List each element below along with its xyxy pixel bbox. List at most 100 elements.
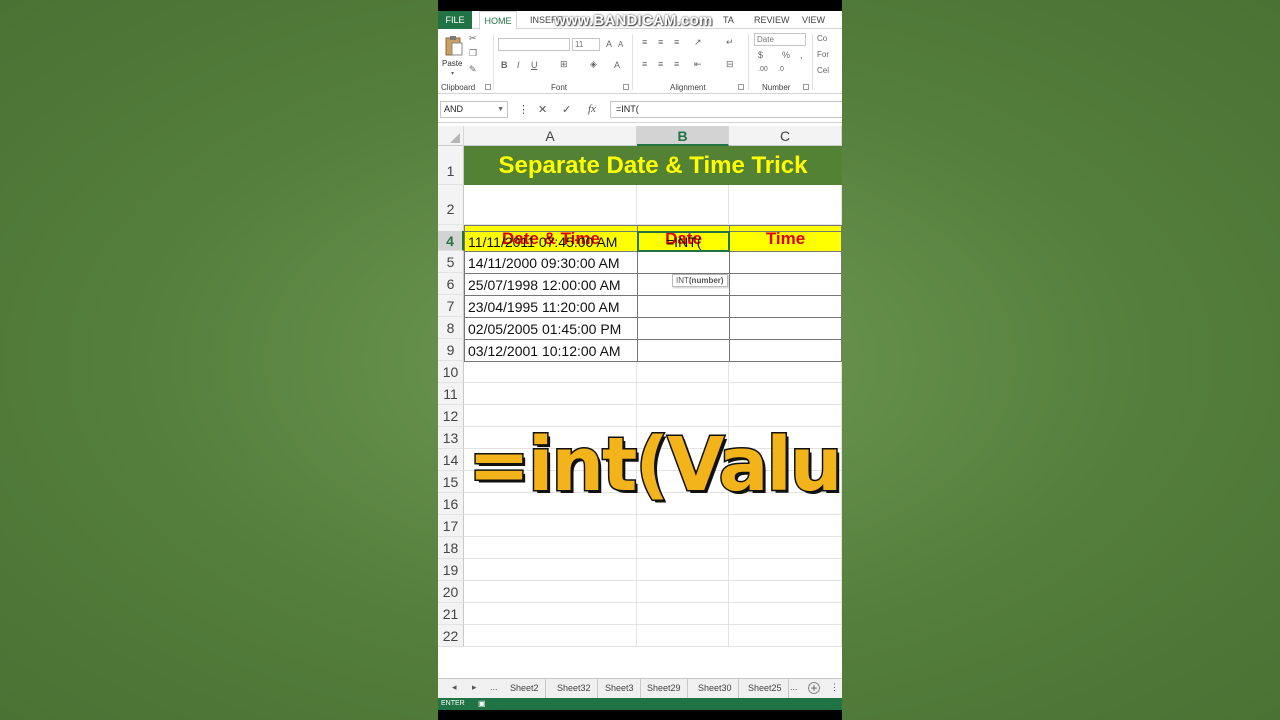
- column-header-a[interactable]: A: [464, 126, 637, 146]
- datetime-cell[interactable]: 25/07/1998 12:00:00 AM: [464, 273, 638, 296]
- datetime-cell[interactable]: 03/12/2001 10:12:00 AM: [464, 339, 638, 362]
- align-right-icon[interactable]: ≡: [674, 59, 679, 69]
- tab-home[interactable]: HOME: [479, 11, 517, 30]
- font-name-select[interactable]: [498, 38, 570, 51]
- formula-input[interactable]: =INT(: [610, 101, 842, 118]
- sheet-tab-sheet25[interactable]: Sheet25: [742, 679, 789, 698]
- row-header-21[interactable]: 21: [438, 603, 464, 625]
- sheet-tab-sheet32[interactable]: Sheet32: [551, 679, 598, 698]
- grid-cell[interactable]: [729, 537, 842, 559]
- row-header-1[interactable]: 1: [438, 146, 464, 185]
- time-cell[interactable]: [729, 231, 842, 252]
- sheet-tab-sheet2[interactable]: Sheet2: [504, 679, 546, 698]
- row-header-18[interactable]: 18: [438, 537, 464, 559]
- row-header-6[interactable]: 6: [438, 273, 464, 295]
- row-header-11[interactable]: 11: [438, 383, 464, 405]
- align-top-icon[interactable]: ≡: [642, 37, 647, 47]
- grid-cell[interactable]: [729, 559, 842, 581]
- grid-cell[interactable]: [464, 559, 637, 581]
- row-header-8[interactable]: 8: [438, 317, 464, 339]
- grid-cell[interactable]: [464, 185, 637, 225]
- grid-cell[interactable]: [729, 603, 842, 625]
- chevron-down-icon[interactable]: ▼: [497, 102, 504, 117]
- align-center-icon[interactable]: ≡: [658, 59, 663, 69]
- grid-cell[interactable]: [637, 383, 729, 405]
- sheet-tab-sheet3[interactable]: Sheet3: [599, 679, 641, 698]
- macro-record-icon[interactable]: ▣: [478, 698, 486, 710]
- align-bottom-icon[interactable]: ≡: [674, 37, 679, 47]
- tab-review[interactable]: REVIEW: [754, 11, 790, 29]
- merge-center-icon[interactable]: ⊟: [726, 59, 734, 70]
- grid-cell[interactable]: [637, 515, 729, 537]
- grid-cell[interactable]: [729, 361, 842, 383]
- tab-view[interactable]: VIEW: [802, 11, 825, 29]
- paste-button[interactable]: Paste ▾: [442, 33, 464, 79]
- row-header-7[interactable]: 7: [438, 295, 464, 317]
- grid-cell[interactable]: [637, 625, 729, 647]
- date-cell[interactable]: [637, 251, 730, 274]
- grid-cell[interactable]: [637, 581, 729, 603]
- number-launcher-icon[interactable]: [803, 84, 809, 90]
- add-sheet-button[interactable]: +: [808, 682, 820, 694]
- underline-button[interactable]: U: [531, 60, 538, 70]
- column-header-b[interactable]: B: [637, 126, 729, 146]
- insert-function-icon[interactable]: fx: [588, 103, 596, 115]
- grow-font-icon[interactable]: A: [606, 39, 612, 49]
- font-color-icon[interactable]: A: [614, 60, 620, 70]
- row-header-20[interactable]: 20: [438, 581, 464, 603]
- format-painter-icon[interactable]: ✎: [469, 64, 477, 75]
- row-header-12[interactable]: 12: [438, 405, 464, 427]
- row-header-5[interactable]: 5: [438, 251, 464, 273]
- scroll-left-icon[interactable]: ◂: [452, 682, 457, 693]
- row-header-22[interactable]: 22: [438, 625, 464, 647]
- grid-cell[interactable]: [464, 515, 637, 537]
- grid-cell[interactable]: [637, 559, 729, 581]
- sheet-tab-sheet30[interactable]: Sheet30: [692, 679, 739, 698]
- font-launcher-icon[interactable]: [623, 84, 629, 90]
- comma-style-icon[interactable]: ,: [800, 50, 803, 60]
- grid-cell[interactable]: [729, 185, 842, 225]
- grid-cell[interactable]: [729, 383, 842, 405]
- sheet-tab-sheet29[interactable]: Sheet29: [641, 679, 688, 698]
- time-cell[interactable]: [729, 295, 842, 318]
- grid-cell[interactable]: [637, 361, 729, 383]
- wrap-text-icon[interactable]: ↵: [726, 37, 734, 48]
- date-cell[interactable]: [637, 295, 730, 318]
- row-header-13[interactable]: 13: [438, 427, 464, 449]
- datetime-cell[interactable]: 14/11/2000 09:30:00 AM: [464, 251, 638, 274]
- grid-cell[interactable]: [464, 537, 637, 559]
- indent-icon[interactable]: ⇤: [694, 59, 702, 70]
- cancel-icon[interactable]: ✕: [538, 103, 547, 116]
- tabs-more-right[interactable]: ...: [790, 682, 798, 692]
- grid-cell[interactable]: [464, 581, 637, 603]
- grid-cell[interactable]: [729, 581, 842, 603]
- number-format-select[interactable]: Date: [754, 33, 806, 46]
- row-header-4[interactable]: 4: [438, 231, 464, 251]
- grid-cell[interactable]: [729, 625, 842, 647]
- datetime-cell[interactable]: 11/11/2011 07:45:00 AM: [464, 231, 638, 252]
- italic-button[interactable]: I: [517, 60, 520, 70]
- row-header-15[interactable]: 15: [438, 471, 464, 493]
- copy-icon[interactable]: ❐: [469, 48, 477, 59]
- datetime-cell[interactable]: 23/04/1995 11:20:00 AM: [464, 295, 638, 318]
- time-cell[interactable]: [729, 317, 842, 340]
- grid-cell[interactable]: [464, 603, 637, 625]
- fill-color-icon[interactable]: ◈: [590, 59, 597, 70]
- grid-cell[interactable]: [637, 185, 729, 225]
- date-cell[interactable]: [637, 339, 730, 362]
- tab-file[interactable]: FILE: [438, 11, 472, 29]
- cell-styles-button[interactable]: Cel: [817, 66, 829, 75]
- grid-cell[interactable]: [637, 537, 729, 559]
- row-header-17[interactable]: 17: [438, 515, 464, 537]
- borders-icon[interactable]: ⊞: [560, 59, 568, 70]
- shrink-font-icon[interactable]: A: [618, 40, 623, 49]
- scroll-right-icon[interactable]: ▸: [472, 682, 477, 693]
- percent-button[interactable]: %: [782, 50, 790, 60]
- time-cell[interactable]: [729, 339, 842, 362]
- grid-cell[interactable]: [464, 361, 637, 383]
- time-cell[interactable]: [729, 273, 842, 296]
- more-options-icon[interactable]: ⋮: [518, 103, 529, 116]
- cut-icon[interactable]: ✂: [469, 33, 477, 44]
- select-all-button[interactable]: [438, 126, 464, 146]
- sheet-title-cell[interactable]: Separate Date & Time Trick: [464, 146, 842, 185]
